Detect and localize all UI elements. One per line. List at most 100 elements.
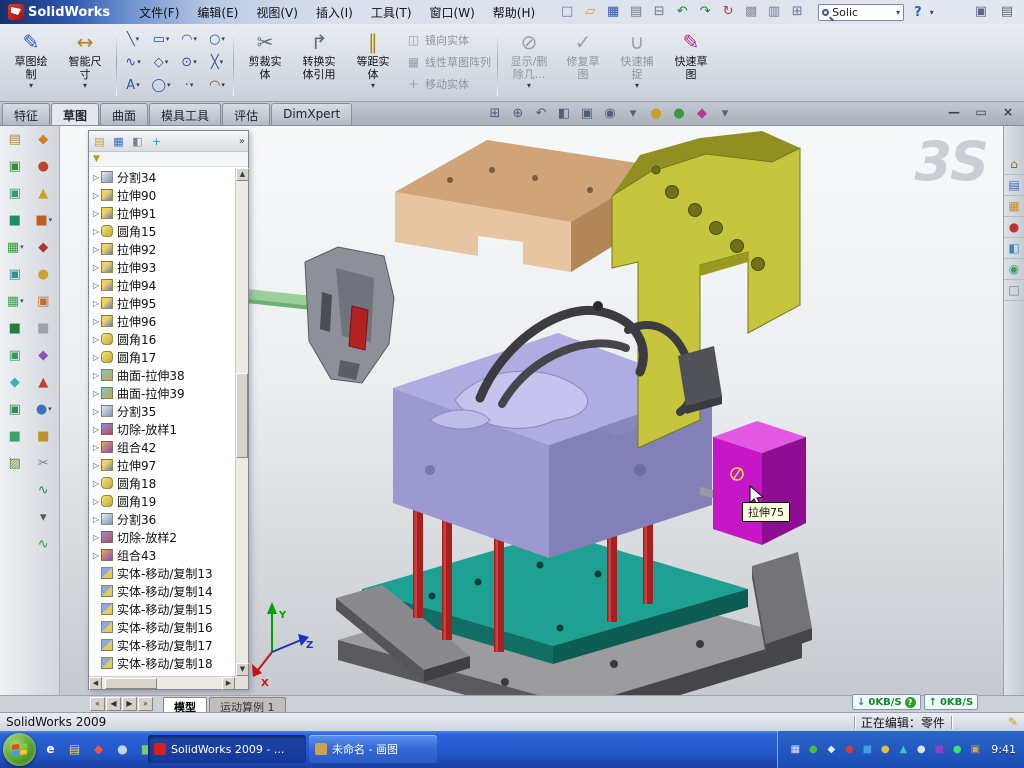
sketch-tool-button[interactable]: ⊙ ▾ [175,51,203,74]
tool-icon[interactable]: ■ [37,319,50,337]
tool-icon[interactable]: ∿ [38,481,50,499]
scrollbar-thumb[interactable] [105,678,157,689]
tray-icon[interactable]: ● [806,743,820,757]
tool-icon[interactable]: ■ [9,211,22,229]
feature-tree-item[interactable]: ▷ 曲面-拉伸39 [89,384,235,402]
tool-icon[interactable]: ▲ [38,373,49,391]
feature-tree-item[interactable]: ▷ 圆角15 [89,222,235,240]
tab-nav-button[interactable]: ▶ [122,697,137,711]
task-pane-icon[interactable]: □ [1004,280,1024,301]
tray-icon[interactable]: ● [842,743,856,757]
feature-tree-item[interactable]: ▷ 拉伸94 [89,276,235,294]
ribbon-tab[interactable]: 曲面 [100,103,148,125]
task-pane-icon[interactable]: ▤ [1004,175,1024,196]
ribbon-tab[interactable]: 模具工具 [149,103,221,125]
manager-tab-icon[interactable]: ▦ [111,134,126,149]
sketch-tool-button[interactable]: ∿ ▾ [119,51,147,74]
toolbar-icon[interactable]: ↶ [673,3,691,21]
part-gripper[interactable] [305,247,394,383]
feature-tree-item[interactable]: ▷ 分割35 [89,402,235,420]
tool-icon[interactable]: ◆ [10,373,21,391]
tool-icon[interactable]: ▨ [9,454,22,472]
task-pane-icon[interactable]: ▦ [1004,196,1024,217]
expand-arrow-icon[interactable]: ▷ [91,479,101,488]
tool-icon[interactable]: ▦ ▾ [7,292,24,310]
tray-icon[interactable]: ▣ [968,743,982,757]
toolbar-icon[interactable]: ▩ [742,3,760,21]
view-tool-icon[interactable]: ◆ [693,105,711,123]
tree-vertical-scrollbar[interactable]: ▲ ▼ [235,168,248,676]
sketch-tool-button[interactable]: ◇ ▾ [147,51,175,74]
ribbon-button[interactable]: ∪ 快速捕捉 ▾ [610,27,664,90]
net-help-badge[interactable]: ? [905,697,916,708]
view-tool-icon[interactable]: ↶ [532,105,550,123]
view-tool-icon[interactable]: ◉ [601,105,619,123]
feature-tree-item[interactable]: ▷ 拉伸97 [89,456,235,474]
expand-arrow-icon[interactable]: ▷ [91,407,101,416]
menu-item[interactable]: 视图(V) [247,0,307,24]
ribbon-tab[interactable]: 特征 [2,103,50,125]
task-pane-icon[interactable]: ◧ [1004,238,1024,259]
expand-arrow-icon[interactable]: ▷ [91,245,101,254]
feature-tree-item[interactable]: ▷ 拉伸90 [89,186,235,204]
tool-icon[interactable]: ◆ [38,346,49,364]
close-button[interactable]: × [1000,105,1016,121]
tool-icon[interactable]: ▦ ▾ [7,238,24,256]
feature-tree-item[interactable]: 实体-移动/复制17 [89,636,235,654]
toolbar-icon[interactable]: ▤ [627,3,645,21]
start-button[interactable] [3,733,36,766]
feature-tree-item[interactable]: ▷ 曲面-拉伸38 [89,366,235,384]
tool-icon[interactable]: ▣ [9,346,22,364]
sketch-tool-button[interactable]: ╳ ▾ [203,51,231,74]
tool-icon[interactable]: ▣ [37,292,50,310]
tool-icon[interactable]: ● ▾ [36,400,52,418]
feature-tree-item[interactable]: ▷ 圆角17 [89,348,235,366]
tool-icon[interactable]: ▣ [9,157,22,175]
tool-icon[interactable]: ◆ [38,130,49,148]
task-pane-icon[interactable]: ◉ [1004,259,1024,280]
ribbon-button[interactable]: ✓ 修复草图 [556,27,610,90]
tab-nav-button[interactable]: ◀ [106,697,121,711]
manager-tab-icon[interactable]: ▤ [92,134,107,149]
manager-tab-icon[interactable]: ◧ [130,134,145,149]
tool-icon[interactable]: ■ [9,427,22,445]
ribbon-tab[interactable]: 草图 [51,103,99,125]
sketch-tool-button[interactable]: ▭ ▾ [147,28,175,51]
feature-tree-item[interactable]: ▷ 组合43 [89,546,235,564]
scroll-right-button[interactable]: ▶ [222,677,235,690]
net-download-box[interactable]: ↓ 0KB/S ? [852,694,921,710]
feature-tree-item[interactable]: 实体-移动/复制16 [89,618,235,636]
toolbar-icon[interactable]: ⊞ [788,3,806,21]
tool-icon[interactable]: ▣ [9,265,22,283]
tray-icon[interactable]: ■ [860,743,874,757]
quick-launch-icon[interactable]: ● [114,741,131,758]
search-input[interactable]: Solic [832,6,893,19]
filter-funnel-icon[interactable]: ▼ [93,154,100,164]
expand-arrow-icon[interactable]: ▷ [91,281,101,290]
expand-arrow-icon[interactable]: ▷ [91,371,101,380]
document-tab[interactable]: 模型 [163,697,207,712]
tool-icon[interactable]: ▾ [40,508,48,526]
view-tool-icon[interactable]: ▾ [716,105,734,123]
ribbon-tab[interactable]: 评估 [222,103,270,125]
sketch-tool-button[interactable]: ○ ▾ [203,28,231,51]
feature-tree-item[interactable]: 实体-移动/复制14 [89,582,235,600]
taskbar-button[interactable]: 未命名 - 画图 [309,735,437,763]
manager-tab-icon[interactable]: + [149,134,164,149]
feature-tree-item[interactable]: ▷ 切除-放样2 [89,528,235,546]
scroll-left-button[interactable]: ◀ [89,677,102,690]
feature-tree-item[interactable]: ▷ 拉伸93 [89,258,235,276]
tool-icon[interactable]: ∿ [38,535,50,553]
search-box[interactable]: Solic ▾ [818,4,904,21]
expand-arrow-icon[interactable]: ▷ [91,497,101,506]
sketch-tool-button[interactable]: ◯ ▾ [147,74,175,97]
feature-tree-item[interactable]: ▷ 拉伸92 [89,240,235,258]
tray-icon[interactable]: ▲ [896,743,910,757]
toolbar-icon[interactable]: ▣ [972,3,990,21]
task-pane-icon[interactable]: ⌂ [1004,154,1024,175]
view-tool-icon[interactable]: ● [670,105,688,123]
tree-filter-row[interactable]: ▼ [89,152,248,167]
tray-icon[interactable]: ■ [932,743,946,757]
feature-tree-item[interactable]: ▷ 圆角19 [89,492,235,510]
tool-icon[interactable]: ▤ [9,130,22,148]
